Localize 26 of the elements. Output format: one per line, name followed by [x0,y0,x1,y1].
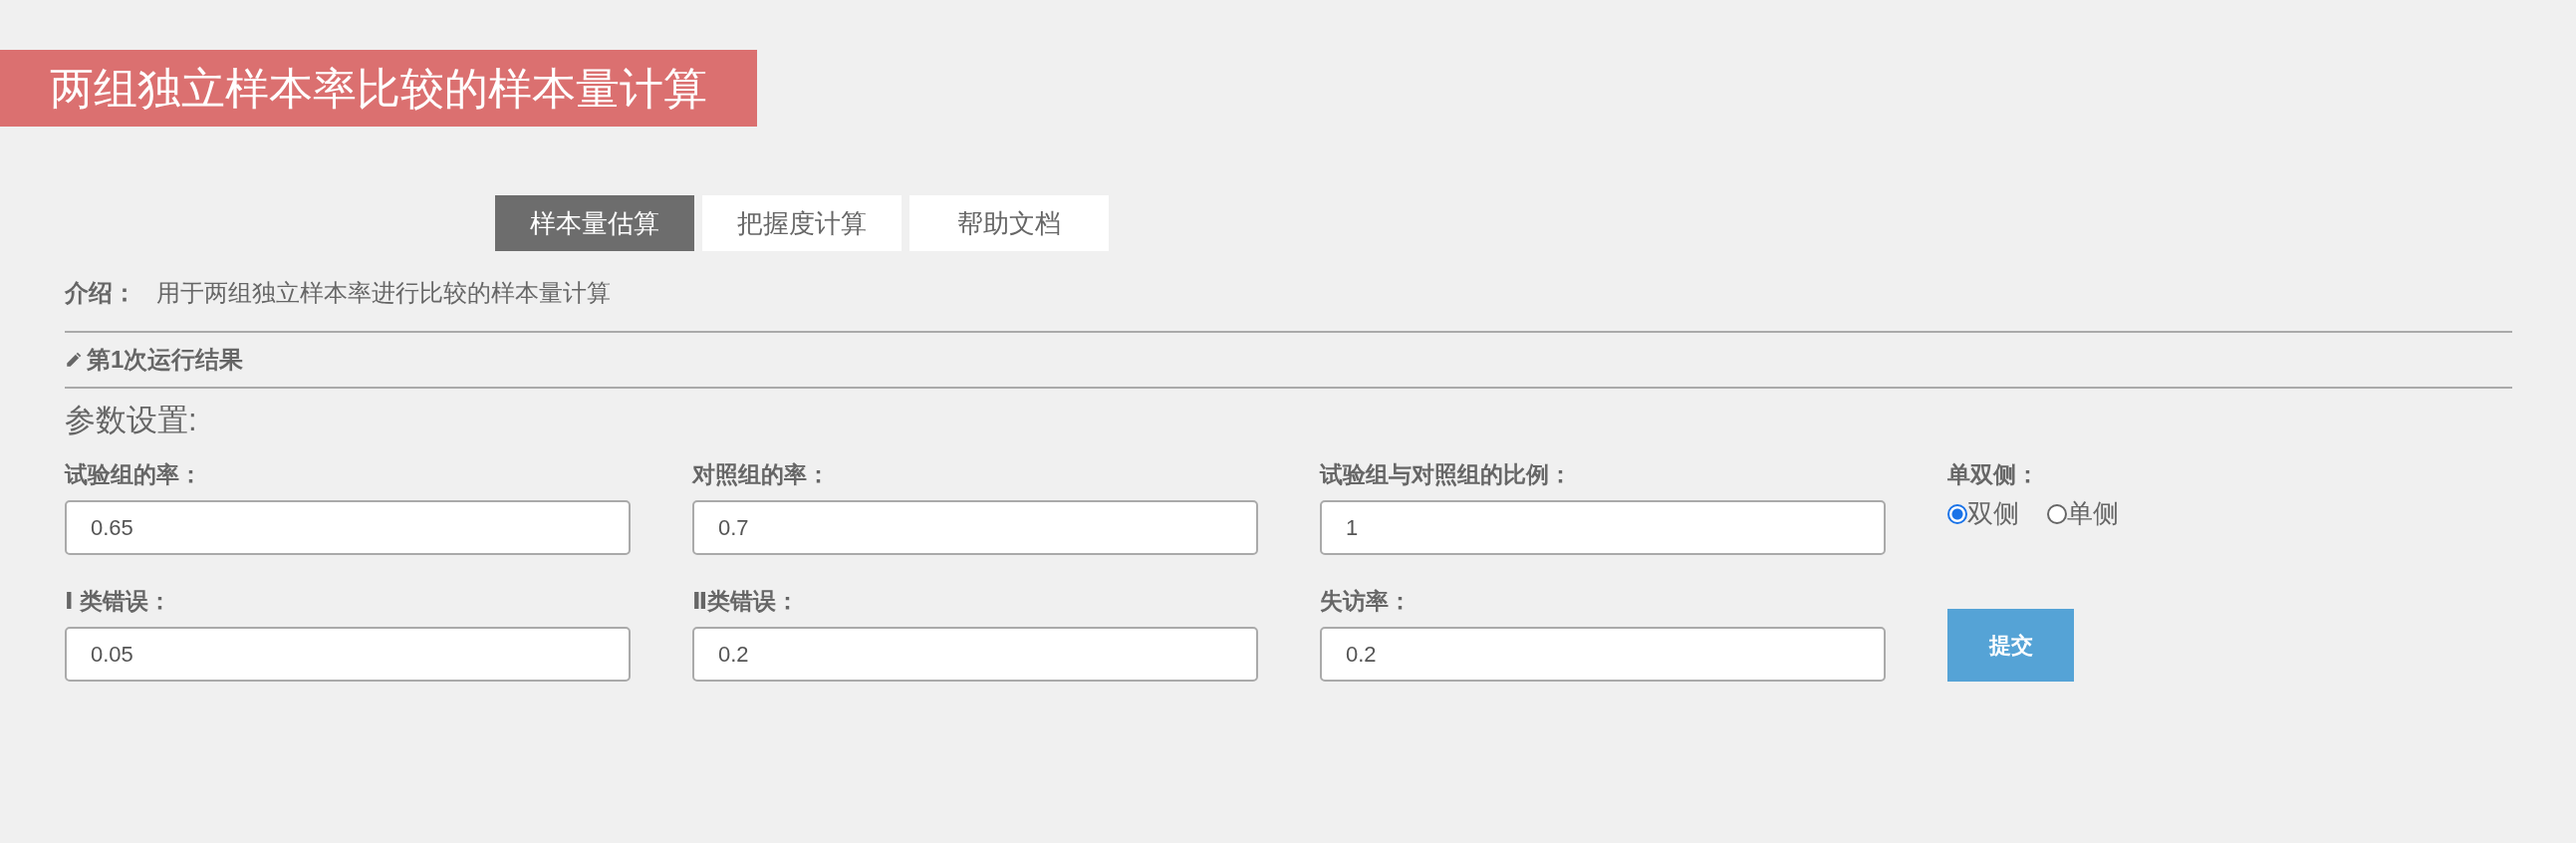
input-field[interactable]: 0.65 [65,500,631,555]
tab[interactable]: 帮助文档 [909,195,1109,251]
radio-button[interactable] [1947,503,1967,524]
input-field[interactable]: 0.7 [692,500,1258,555]
radio-label[interactable]: 单侧 [2067,496,2119,531]
tab[interactable]: 把握度计算 [702,195,902,251]
input-field[interactable]: 0.2 [692,627,1258,682]
input-field[interactable]: 1 [1320,500,1886,555]
field-label: Ⅰ 类错误： [65,587,172,616]
field-label: 对照组的率： [692,460,831,489]
page-title: 两组独立样本率比较的样本量计算 [0,50,757,127]
field-label: 试验组与对照组的比例： [1320,460,1573,489]
field-label: 试验组的率： [65,460,203,489]
field-label: Ⅱ类错误： [692,587,801,616]
radio-button[interactable] [2047,503,2067,524]
radio-label[interactable]: 双侧 [1967,496,2019,531]
pencil-icon [65,351,83,369]
input-field[interactable]: 0.2 [1320,627,1886,682]
intro-label: 介绍： [65,278,136,308]
field-label: 单双侧： [1947,460,2040,489]
input-field[interactable]: 0.05 [65,627,631,682]
section-title: 参数设置: [65,402,198,439]
intro-text: 用于两组独立样本率进行比较的样本量计算 [156,278,611,308]
field-label: 失访率： [1320,587,1413,616]
tab[interactable]: 样本量估算 [495,195,694,251]
result-heading: 第1次运行结果 [87,345,244,375]
